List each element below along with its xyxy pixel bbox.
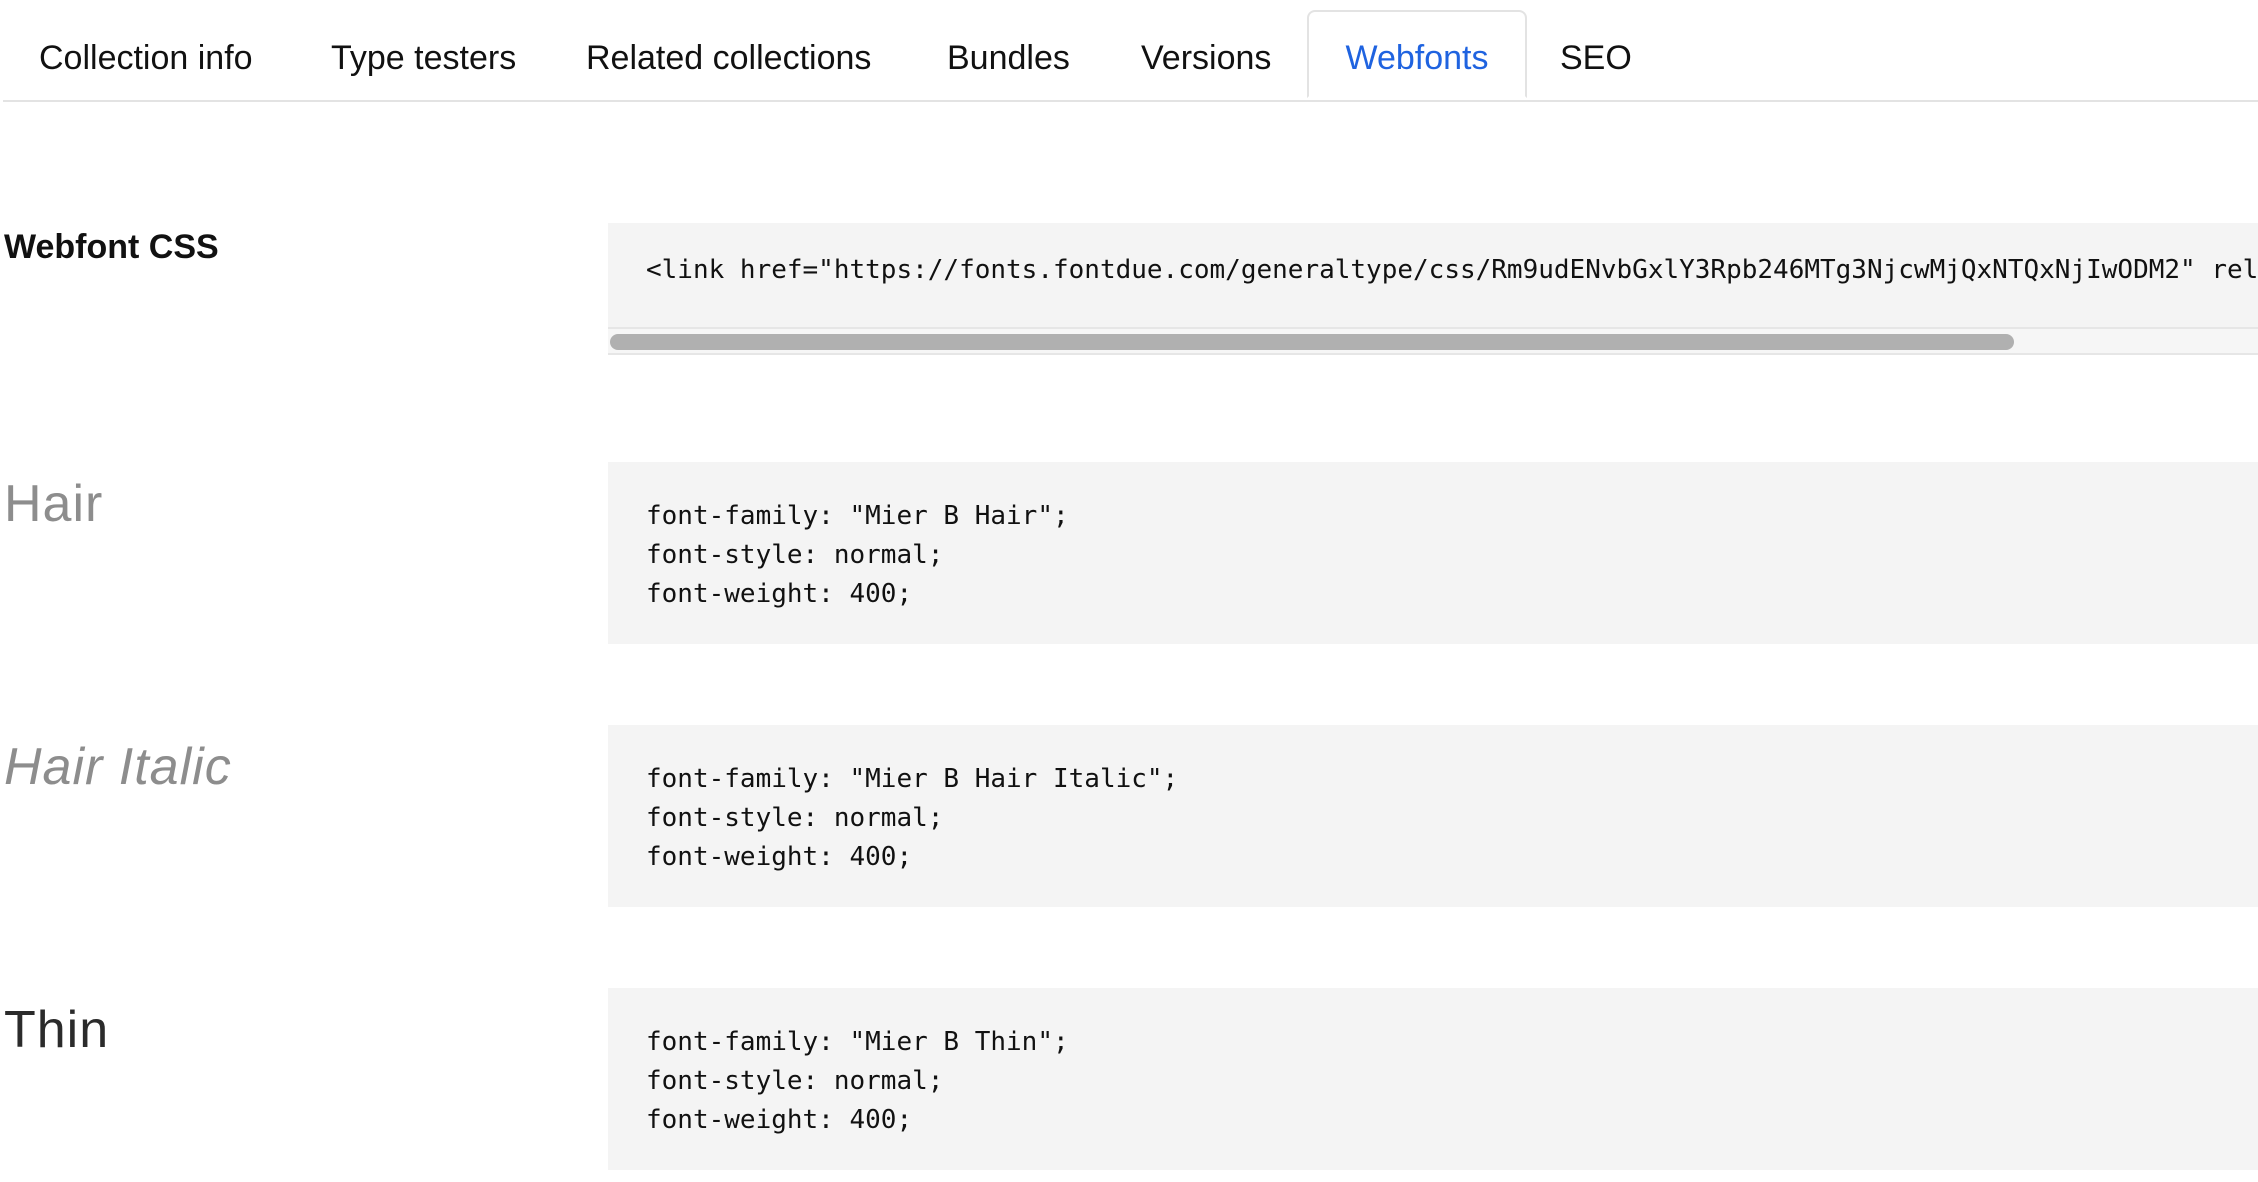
webfonts-page: Collection info Type testers Related col…	[0, 0, 2258, 1182]
tab-versions[interactable]: Versions	[1141, 12, 1271, 100]
tab-bar: Collection info Type testers Related col…	[3, 0, 2258, 102]
webfont-css-label: Webfont CSS	[4, 228, 219, 266]
webfont-css-code-block[interactable]: <link href="https://fonts.fontdue.com/ge…	[608, 223, 2258, 355]
tab-bundles[interactable]: Bundles	[947, 12, 1070, 100]
code-block-hair: font-family: "Mier B Hair"; font-style: …	[608, 462, 2258, 644]
code-line: font-family: "Mier B Hair";	[646, 501, 1069, 531]
code-line: font-weight: 400;	[646, 1105, 913, 1135]
tab-collection-info[interactable]: Collection info	[39, 12, 253, 100]
code-line: font-family: "Mier B Thin";	[646, 1027, 1069, 1057]
tab-webfonts[interactable]: Webfonts	[1307, 10, 1527, 98]
code-line: font-style: normal;	[646, 1066, 944, 1096]
webfont-css-link-code: <link href="https://fonts.fontdue.com/ge…	[646, 255, 2258, 285]
code-line: font-family: "Mier B Hair Italic";	[646, 764, 1179, 794]
code-line: font-weight: 400;	[646, 842, 913, 872]
style-name-thin: Thin	[4, 1001, 110, 1059]
style-name-hair-italic: Hair Italic	[4, 738, 232, 796]
code-block-thin: font-family: "Mier B Thin"; font-style: …	[608, 988, 2258, 1170]
scrollbar-thumb[interactable]	[610, 334, 2014, 350]
tab-seo[interactable]: SEO	[1560, 12, 1632, 100]
tab-type-testers[interactable]: Type testers	[331, 12, 516, 100]
code-block-hair-italic: font-family: "Mier B Hair Italic"; font-…	[608, 725, 2258, 907]
horizontal-scrollbar[interactable]	[608, 327, 2258, 353]
code-line: font-style: normal;	[646, 540, 944, 570]
code-line: font-style: normal;	[646, 803, 944, 833]
code-line: font-weight: 400;	[646, 579, 913, 609]
style-name-hair: Hair	[4, 475, 104, 533]
tab-related-collections[interactable]: Related collections	[586, 12, 871, 100]
